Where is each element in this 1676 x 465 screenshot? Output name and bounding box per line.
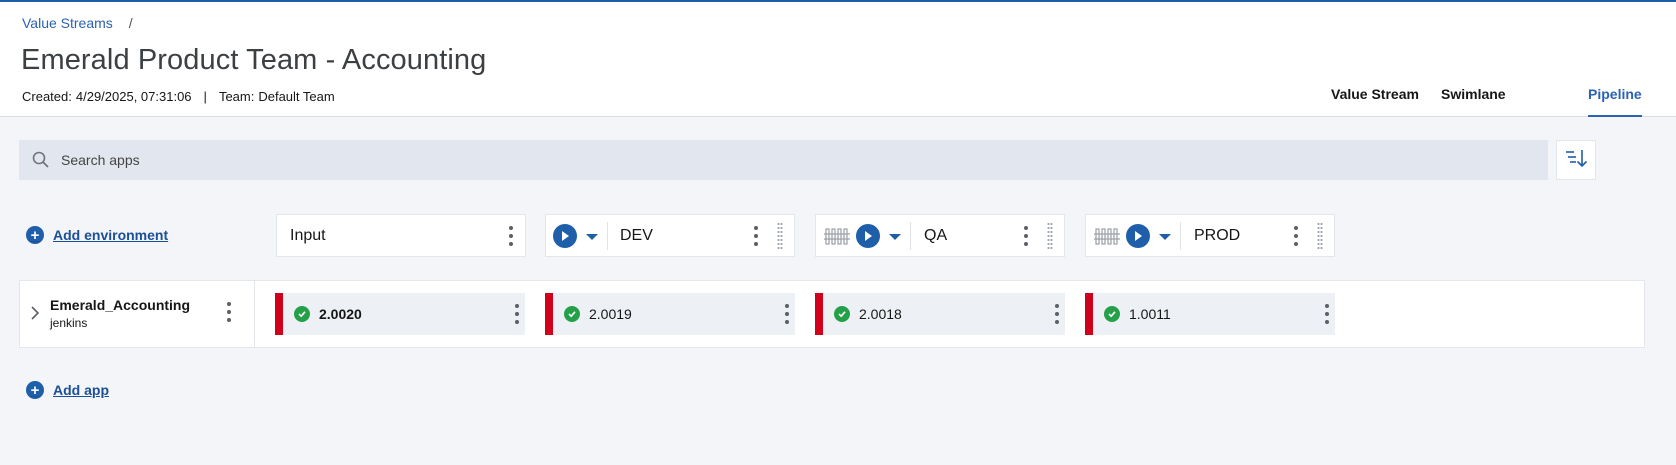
add-environment-label: Add environment xyxy=(53,227,169,243)
breadcrumb-separator: / xyxy=(128,15,133,31)
version-card-dev[interactable]: 2.0019 xyxy=(545,293,795,335)
env-column-dev: DEV xyxy=(545,214,795,257)
breadcrumb: Value Streams / xyxy=(22,15,133,31)
caret-down-icon[interactable] xyxy=(586,234,598,240)
env-name: QA xyxy=(924,226,948,244)
created-label: Created: xyxy=(22,89,72,104)
version-card-prod[interactable]: 1.0011 xyxy=(1085,293,1335,335)
checkmark-filled-icon xyxy=(1104,306,1120,322)
tab-swimlane[interactable]: Swimlane xyxy=(1441,86,1506,117)
app-name[interactable]: Emerald_Accounting xyxy=(50,297,190,313)
checkmark-filled-icon xyxy=(294,306,310,322)
breadcrumb-value-streams[interactable]: Value Streams xyxy=(22,15,113,31)
version-label: 2.0018 xyxy=(859,306,902,322)
chevron-right-icon[interactable] xyxy=(30,306,40,320)
overflow-menu-vertical-icon[interactable] xyxy=(226,302,232,322)
env-column-qa: QA xyxy=(815,214,1065,257)
plus-circle-icon: + xyxy=(26,226,44,244)
overflow-menu-vertical-icon[interactable] xyxy=(1023,225,1029,246)
page-header: Value Streams / Emerald Product Team - Ac… xyxy=(0,2,1676,117)
app-row-divider xyxy=(254,280,255,348)
overflow-menu-vertical-icon[interactable] xyxy=(784,304,790,324)
version-label: 2.0019 xyxy=(589,306,632,322)
created-value: 4/29/2025, 07:31:06 xyxy=(75,89,192,104)
add-app-link[interactable]: + Add app xyxy=(26,381,109,399)
tab-value-stream[interactable]: Value Stream xyxy=(1331,86,1419,117)
page-title: Emerald Product Team - Accounting xyxy=(21,44,487,76)
env-name: DEV xyxy=(620,226,653,244)
divider xyxy=(607,222,608,250)
play-circle-icon[interactable] xyxy=(856,223,880,248)
divider xyxy=(910,222,911,250)
overflow-menu-vertical-icon[interactable] xyxy=(1293,225,1299,246)
team-value: Default Team xyxy=(258,89,335,104)
search-bar xyxy=(19,140,1548,180)
overflow-menu-vertical-icon[interactable] xyxy=(514,304,520,324)
overflow-menu-vertical-icon[interactable] xyxy=(508,225,514,246)
caret-down-icon[interactable] xyxy=(889,234,901,240)
tab-pipeline[interactable]: Pipeline xyxy=(1588,86,1642,117)
play-circle-icon[interactable] xyxy=(1126,223,1150,248)
drag-handle-icon[interactable] xyxy=(777,222,783,250)
search-icon xyxy=(31,150,51,170)
caret-down-icon[interactable] xyxy=(1159,234,1171,240)
overflow-menu-vertical-icon[interactable] xyxy=(753,225,759,246)
add-app-label: Add app xyxy=(53,382,109,398)
version-label: 1.0011 xyxy=(1129,306,1171,322)
plus-circle-icon: + xyxy=(26,381,44,399)
drag-handle-icon[interactable] xyxy=(1317,222,1323,250)
team-label: Team: xyxy=(218,89,255,104)
sort-descending-icon xyxy=(1564,147,1588,174)
overflow-menu-vertical-icon[interactable] xyxy=(1324,304,1330,324)
env-name: PROD xyxy=(1194,226,1241,244)
env-column-prod: PROD xyxy=(1085,214,1335,257)
version-card-qa[interactable]: 2.0018 xyxy=(815,293,1065,335)
env-column-input: Input xyxy=(276,214,526,257)
drag-handle-icon[interactable] xyxy=(1047,222,1053,250)
search-input[interactable] xyxy=(61,152,661,168)
divider xyxy=(1180,222,1181,250)
meta-separator: | xyxy=(203,89,207,104)
version-label: 2.0020 xyxy=(319,306,362,322)
overflow-menu-vertical-icon[interactable] xyxy=(1054,304,1060,324)
gate-fence-icon[interactable] xyxy=(1094,226,1120,246)
add-environment-link[interactable]: + Add environment xyxy=(26,226,168,244)
page-meta: Created: 4/29/2025, 07:31:06 | Team: Default… xyxy=(22,89,335,104)
env-name: Input xyxy=(290,226,326,244)
checkmark-filled-icon xyxy=(564,306,580,322)
app-source: jenkins xyxy=(50,316,88,330)
play-circle-icon[interactable] xyxy=(553,223,577,248)
checkmark-filled-icon xyxy=(834,306,850,322)
version-card-input[interactable]: 2.0020 xyxy=(275,293,525,335)
gate-fence-icon[interactable] xyxy=(824,226,850,246)
sort-button[interactable] xyxy=(1556,140,1596,180)
